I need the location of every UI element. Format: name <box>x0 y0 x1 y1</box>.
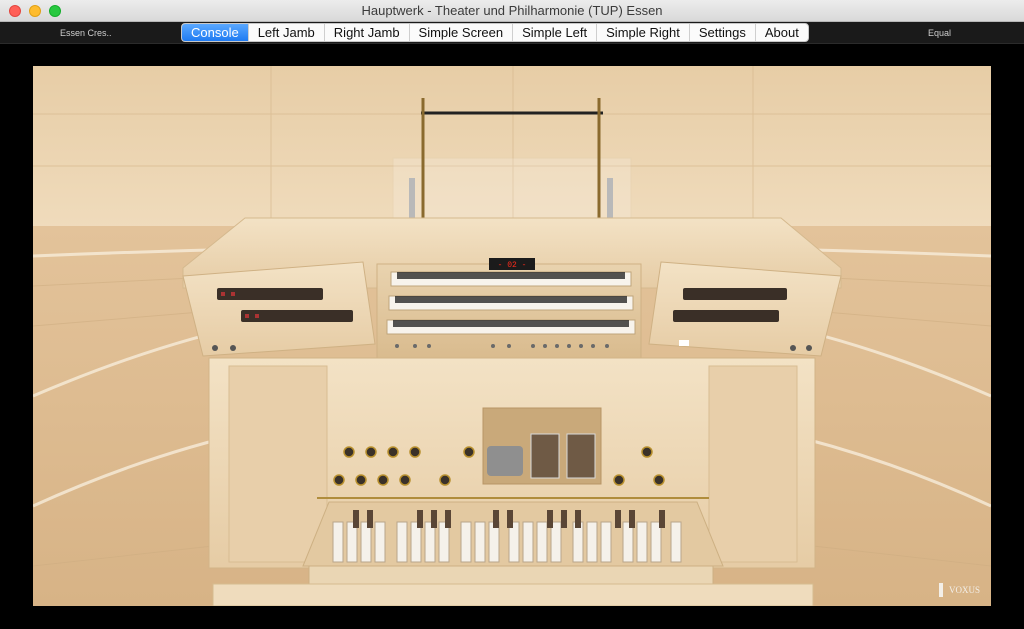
right-stop-jamb <box>648 261 842 357</box>
left-stop-jamb <box>182 261 376 357</box>
tab-right-jamb[interactable]: Right Jamb <box>325 24 410 41</box>
screen-toolbar: Essen Cres.. Console Left Jamb Right Jam… <box>0 22 1024 44</box>
window-title: Hauptwerk - Theater und Philharmonie (TU… <box>361 3 663 18</box>
tab-about[interactable]: About <box>756 24 808 41</box>
tab-simple-left[interactable]: Simple Left <box>513 24 598 41</box>
screen-tabs: Console Left Jamb Right Jamb Simple Scre… <box>181 23 809 42</box>
brand-label: VOXUS <box>949 585 980 595</box>
organ-bench <box>212 583 814 606</box>
display-readout: - 02 - <box>498 261 527 270</box>
tab-simple-right[interactable]: Simple Right <box>597 24 690 41</box>
tab-settings[interactable]: Settings <box>690 24 756 41</box>
combination-status: Essen Cres.. <box>60 28 112 38</box>
organ-console-view: - 02 - VOXUS <box>33 66 991 606</box>
tab-left-jamb[interactable]: Left Jamb <box>249 24 325 41</box>
temperament-status: Equal <box>928 28 952 38</box>
pedalboard <box>302 501 724 585</box>
tab-console[interactable]: Console <box>182 24 249 41</box>
window-titlebar: Hauptwerk - Theater und Philharmonie (TU… <box>0 0 1024 22</box>
manual-keyboards: - 02 - <box>376 258 642 359</box>
console-illustration: - 02 - VOXUS <box>33 66 991 606</box>
tab-simple-screen[interactable]: Simple Screen <box>410 24 514 41</box>
